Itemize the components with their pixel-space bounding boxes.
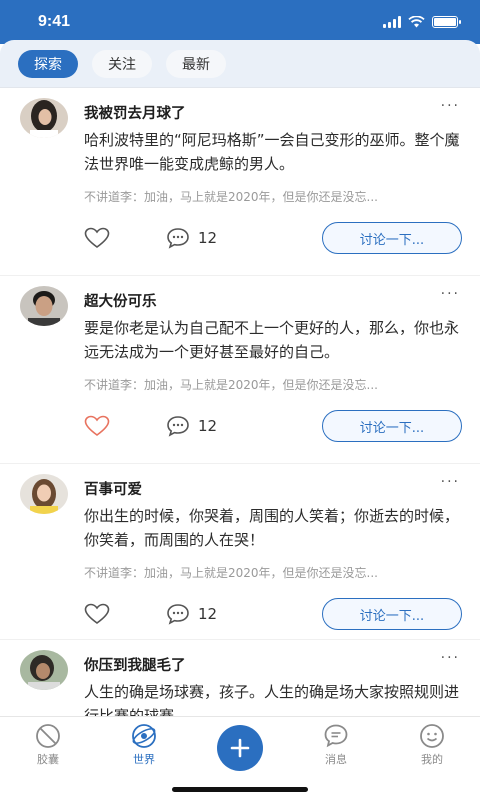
wifi-icon bbox=[408, 16, 425, 28]
heart-icon[interactable] bbox=[84, 603, 112, 625]
heart-icon[interactable] bbox=[84, 415, 112, 437]
username[interactable]: 我被罚去月球了 bbox=[84, 102, 462, 123]
comment-preview: 不讲道李：加油，马上就是2020年，但是你还是没忘... bbox=[84, 378, 378, 392]
post-text: 哈利波特里的“阿尼玛格斯”一会自己变形的巫师。整个魔法世界唯一能变成虎鲸的男人。 bbox=[84, 131, 460, 173]
comment-icon bbox=[167, 416, 189, 437]
tab-latest[interactable]: 最新 bbox=[166, 49, 226, 78]
username[interactable]: 你压到我腿毛了 bbox=[84, 654, 462, 675]
discuss-button[interactable]: 讨论一下... bbox=[322, 222, 462, 254]
post-text: 人生的确是场球赛，孩子。人生的确是场大家按照规则进行比赛的球赛。 bbox=[84, 683, 460, 718]
home-indicator bbox=[172, 787, 308, 792]
nav-label: 我的 bbox=[421, 753, 443, 766]
discuss-button[interactable]: 讨论一下... bbox=[322, 410, 462, 442]
comment-count: 12 bbox=[198, 417, 218, 435]
avatar[interactable] bbox=[20, 650, 68, 690]
nav-capsule[interactable]: 胶囊 bbox=[8, 723, 88, 800]
world-icon bbox=[132, 724, 156, 748]
avatar[interactable] bbox=[20, 98, 68, 138]
comment-button[interactable]: 12 bbox=[166, 227, 217, 249]
post-feed: 我被罚去月球了 ··· 哈利波特里的“阿尼玛格斯”一会自己变形的巫师。整个魔法世… bbox=[0, 88, 480, 718]
more-icon[interactable]: ··· bbox=[441, 474, 460, 490]
status-time: 9:41 bbox=[38, 13, 71, 30]
add-button[interactable] bbox=[217, 725, 263, 771]
nav-label: 胶囊 bbox=[37, 753, 59, 766]
nav-profile[interactable]: 我的 bbox=[392, 723, 472, 800]
nav-label: 消息 bbox=[325, 753, 347, 766]
smile-icon bbox=[420, 724, 444, 748]
comment-icon bbox=[167, 228, 189, 249]
add-icon bbox=[230, 738, 250, 758]
nav-label: 世界 bbox=[133, 753, 155, 766]
discuss-button[interactable]: 讨论一下... bbox=[322, 598, 462, 630]
comment-preview: 不讲道李：加油，马上就是2020年，但是你还是没忘... bbox=[84, 190, 378, 204]
comment-button[interactable]: 12 bbox=[166, 415, 217, 437]
more-icon[interactable]: ··· bbox=[441, 98, 460, 114]
post-text: 要是你老是认为自己配不上一个更好的人，那么，你也永远无法成为一个更好甚至最好的自… bbox=[84, 319, 460, 361]
post-card: 百事可爱 ··· 你出生的时候，你哭着，周围的人笑着；你逝去的时候，你笑着，而周… bbox=[0, 464, 480, 640]
avatar[interactable] bbox=[20, 474, 68, 514]
post-card: 我被罚去月球了 ··· 哈利波特里的“阿尼玛格斯”一会自己变形的巫师。整个魔法世… bbox=[0, 88, 480, 276]
comment-count: 12 bbox=[198, 229, 218, 247]
username[interactable]: 超大份可乐 bbox=[84, 290, 462, 311]
nav-messages[interactable]: 消息 bbox=[296, 723, 376, 800]
more-icon[interactable]: ··· bbox=[441, 286, 460, 302]
signal-icon bbox=[383, 16, 401, 28]
post-card: 你压到我腿毛了 ··· 人生的确是场球赛，孩子。人生的确是场大家按照规则进行比赛… bbox=[0, 640, 480, 718]
tab-following[interactable]: 关注 bbox=[92, 49, 152, 78]
comment-button[interactable]: 12 bbox=[166, 603, 217, 625]
username[interactable]: 百事可爱 bbox=[84, 478, 462, 499]
battery-icon bbox=[432, 16, 461, 28]
post-card: 超大份可乐 ··· 要是你老是认为自己配不上一个更好的人，那么，你也永远无法成为… bbox=[0, 276, 480, 464]
tab-explore[interactable]: 探索 bbox=[18, 49, 78, 78]
status-icons bbox=[383, 16, 461, 28]
feed-tabs: 探索 关注 最新 bbox=[0, 40, 480, 88]
comment-count: 12 bbox=[198, 605, 218, 623]
bottom-nav: 胶囊 世界 消息 我的 bbox=[0, 716, 480, 800]
heart-icon[interactable] bbox=[84, 227, 112, 249]
status-bar: 9:41 bbox=[0, 0, 480, 44]
post-text: 你出生的时候，你哭着，周围的人笑着；你逝去的时候，你笑着，而周围的人在哭！ bbox=[84, 507, 460, 549]
capsule-icon bbox=[36, 724, 60, 748]
message-icon bbox=[324, 724, 348, 748]
comment-preview: 不讲道李：加油，马上就是2020年，但是你还是没忘... bbox=[84, 566, 378, 580]
comment-icon bbox=[167, 604, 189, 625]
more-icon[interactable]: ··· bbox=[441, 650, 460, 666]
avatar[interactable] bbox=[20, 286, 68, 326]
